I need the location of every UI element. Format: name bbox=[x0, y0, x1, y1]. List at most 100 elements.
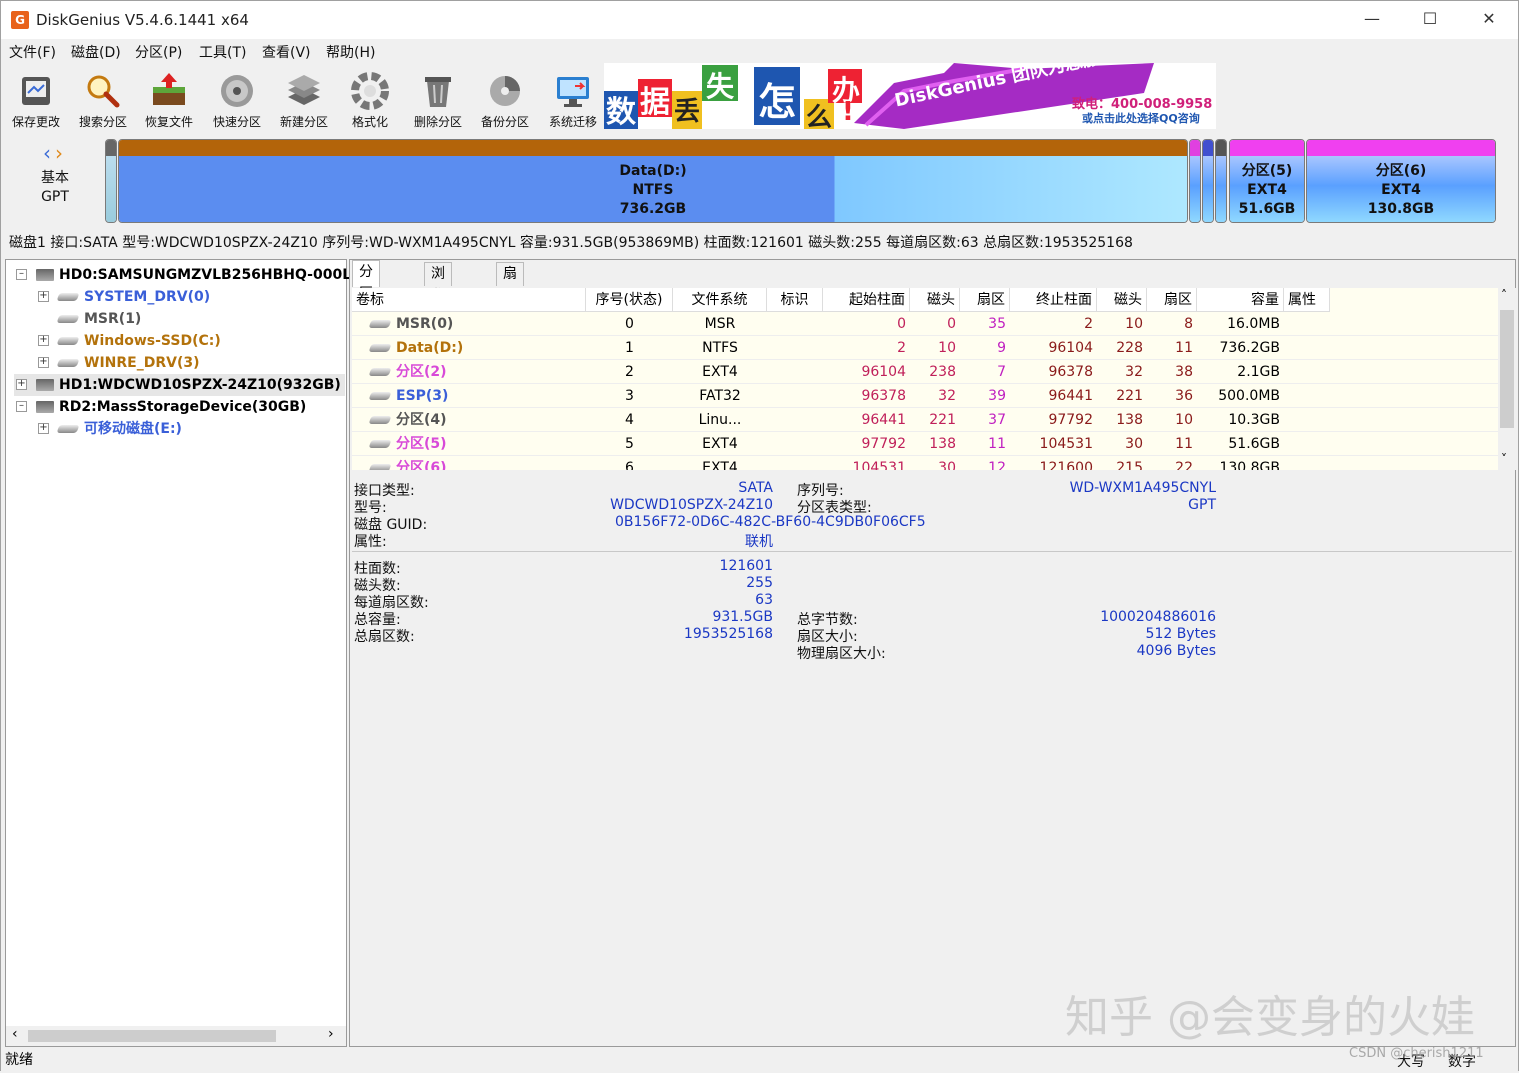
menu-disk[interactable]: 磁盘(D) bbox=[71, 42, 121, 62]
partition-block-6[interactable]: 分区(6) EXT4 130.8GB bbox=[1306, 139, 1496, 223]
expand-icon[interactable]: + bbox=[38, 335, 49, 346]
tree-item-system-drv[interactable]: + SYSTEM_DRV(0) bbox=[36, 286, 210, 308]
expand-icon[interactable]: + bbox=[38, 291, 49, 302]
tree-item-label: SYSTEM_DRV(0) bbox=[84, 289, 211, 305]
tree-item-winre[interactable]: + WINRE_DRV(3) bbox=[36, 352, 200, 374]
scroll-right-icon[interactable]: › bbox=[328, 1026, 334, 1042]
col-header-label[interactable]: 卷标 bbox=[352, 288, 586, 312]
backup-icon bbox=[490, 76, 520, 106]
format-label: 格式化 bbox=[351, 115, 388, 129]
part6-size: 130.8GB bbox=[1367, 201, 1435, 217]
scroll-down-icon[interactable]: ˅ bbox=[1501, 452, 1507, 466]
cell-volume-label: MSR(0) bbox=[366, 312, 586, 336]
col-header-capacity[interactable]: 容量 bbox=[1197, 288, 1284, 312]
col-header-start-cyl[interactable]: 起始柱面 bbox=[823, 288, 910, 312]
new-partition-button[interactable]: 新建分区 bbox=[272, 67, 336, 129]
table-row[interactable]: 分区(5) 5 EXT4 97792 138 11 104531 30 11 51.6GB bbox=[352, 432, 1498, 456]
next-disk-icon[interactable]: › bbox=[55, 141, 67, 165]
search-partition-button[interactable]: 搜索分区 bbox=[71, 67, 135, 129]
tree-horizontal-scrollbar[interactable]: ‹ › bbox=[6, 1026, 346, 1046]
table-row[interactable]: Data(D:) 1 NTFS 2 10 9 96104 228 11 736.2GB bbox=[352, 336, 1498, 360]
col-header-end-head[interactable]: 磁头 bbox=[1097, 288, 1147, 312]
table-cell: 2.1GB bbox=[1237, 364, 1280, 380]
scroll-thumb[interactable] bbox=[28, 1030, 276, 1042]
tab-browse-files[interactable]: 浏览文件 bbox=[424, 262, 452, 348]
status-text: 就绪 bbox=[5, 1052, 33, 1068]
table-cell: 11 bbox=[1175, 340, 1193, 356]
prev-disk-icon[interactable]: ‹ bbox=[43, 141, 55, 165]
partition-block-5[interactable]: 分区(5) EXT4 51.6GB bbox=[1229, 139, 1305, 223]
tree-item-hd1[interactable]: + HD1:WDCWD10SPZX-24Z10(932GB) bbox=[14, 374, 345, 396]
ad-char-1: 数 bbox=[606, 95, 636, 129]
format-button[interactable]: 格式化 bbox=[338, 67, 402, 129]
table-cell: 221 bbox=[1116, 388, 1143, 404]
col-header-id[interactable]: 标识 bbox=[767, 288, 823, 312]
close-button[interactable]: ✕ bbox=[1460, 1, 1518, 39]
tree-item-windows-ssd[interactable]: + Windows-SSD(C:) bbox=[36, 330, 221, 352]
partition-block-2[interactable] bbox=[1189, 139, 1201, 223]
table-cell: Linu... bbox=[698, 412, 742, 428]
menu-partition[interactable]: 分区(P) bbox=[135, 42, 182, 62]
table-cell: 238 bbox=[929, 364, 956, 380]
search-partition-label: 搜索分区 bbox=[78, 115, 127, 129]
col-header-index[interactable]: 序号(状态) bbox=[586, 288, 673, 312]
tree-item-label: MSR(1) bbox=[84, 311, 142, 327]
expand-icon[interactable]: + bbox=[38, 357, 49, 368]
volume-name: Data(D:) bbox=[396, 340, 464, 356]
menu-view[interactable]: 查看(V) bbox=[262, 42, 311, 62]
tab-partition-params[interactable]: 分区参数 bbox=[352, 260, 380, 346]
maximize-button[interactable]: ☐ bbox=[1401, 1, 1459, 39]
col-header-start-head[interactable]: 磁头 bbox=[910, 288, 960, 312]
tab-sector-edit[interactable]: 扇区编辑 bbox=[496, 262, 524, 348]
scroll-up-icon[interactable]: ˄ bbox=[1501, 288, 1507, 302]
tree-item-msr[interactable]: MSR(1) bbox=[36, 308, 141, 330]
ad-banner[interactable]: 数 据 丢 失 怎 么 办 ! DiskGenius 团队为您服务 致电：400… bbox=[604, 63, 1216, 129]
table-cell: 1 bbox=[625, 340, 634, 356]
col-header-end-sector[interactable]: 扇区 bbox=[1147, 288, 1197, 312]
menu-help[interactable]: 帮助(H) bbox=[326, 42, 375, 62]
table-row[interactable]: ESP(3) 3 FAT32 96378 32 39 96441 221 36 500.0MB bbox=[352, 384, 1498, 408]
expand-icon[interactable]: + bbox=[16, 379, 27, 390]
table-cell: 96441 bbox=[1048, 388, 1093, 404]
collapse-icon[interactable]: – bbox=[16, 401, 27, 412]
table-row[interactable]: 分区(2) 2 EXT4 96104 238 7 96378 32 38 2.1GB bbox=[352, 360, 1498, 384]
table-row[interactable]: 分区(6) 6 EXT4 104531 30 12 121600 215 22 130.8GB bbox=[352, 456, 1498, 470]
part5-name: 分区(5) bbox=[1241, 163, 1293, 179]
table-row[interactable]: 分区(4) 4 Linu... 96441 221 37 97792 138 10 10.3GB bbox=[352, 408, 1498, 432]
table-cell bbox=[767, 432, 823, 456]
scroll-left-icon[interactable]: ‹ bbox=[12, 1026, 18, 1042]
partition-block-4[interactable] bbox=[1215, 139, 1227, 223]
recover-files-button[interactable]: 恢复文件 bbox=[137, 67, 201, 129]
col-header-end-cyl[interactable]: 终止柱面 bbox=[1010, 288, 1097, 312]
col-header-attr[interactable]: 属性 bbox=[1284, 288, 1330, 312]
table-vertical-scrollbar[interactable]: ˄ ˅ bbox=[1498, 288, 1516, 470]
tree-item-rd2[interactable]: – RD2:MassStorageDevice(30GB) bbox=[14, 396, 306, 418]
partition-block-3[interactable] bbox=[1202, 139, 1214, 223]
collapse-icon[interactable]: – bbox=[16, 269, 27, 280]
col-header-start-sector[interactable]: 扇区 bbox=[960, 288, 1010, 312]
col-header-fs[interactable]: 文件系统 bbox=[673, 288, 767, 312]
delete-partition-button[interactable]: 删除分区 bbox=[406, 67, 470, 129]
menu-file[interactable]: 文件(F) bbox=[9, 42, 56, 62]
tree-item-removable[interactable]: + 可移动磁盘(E:) bbox=[36, 418, 182, 440]
table-cell bbox=[1284, 360, 1330, 384]
expand-icon[interactable]: + bbox=[38, 423, 49, 434]
divider bbox=[352, 551, 1512, 552]
partition-block-data[interactable]: Data(D:) NTFS 736.2GB bbox=[118, 139, 1188, 223]
hdd-icon bbox=[36, 269, 54, 281]
table-row[interactable]: MSR(0) 0 MSR 0 0 35 2 10 8 16.0MB bbox=[352, 312, 1498, 336]
ad-char-5: 怎 bbox=[758, 80, 797, 124]
partition-block-0[interactable] bbox=[105, 139, 117, 223]
quick-partition-button[interactable]: 快速分区 bbox=[205, 67, 269, 129]
disk-nav-arrows[interactable]: ‹› bbox=[11, 141, 99, 165]
system-migration-button[interactable]: 系统迁移 bbox=[541, 67, 605, 129]
scroll-thumb[interactable] bbox=[1500, 310, 1514, 428]
menu-tools[interactable]: 工具(T) bbox=[199, 42, 246, 62]
table-cell: FAT32 bbox=[699, 388, 741, 404]
backup-partition-button[interactable]: 备份分区 bbox=[473, 67, 537, 129]
table-cell: 736.2GB bbox=[1219, 340, 1280, 356]
table-cell bbox=[1284, 432, 1330, 456]
save-changes-button[interactable]: 保存更改 bbox=[4, 67, 68, 129]
minimize-button[interactable]: — bbox=[1343, 1, 1401, 39]
tree-item-hd0[interactable]: – HD0:SAMSUNGMZVLB256HBHQ-000L bbox=[14, 264, 351, 286]
